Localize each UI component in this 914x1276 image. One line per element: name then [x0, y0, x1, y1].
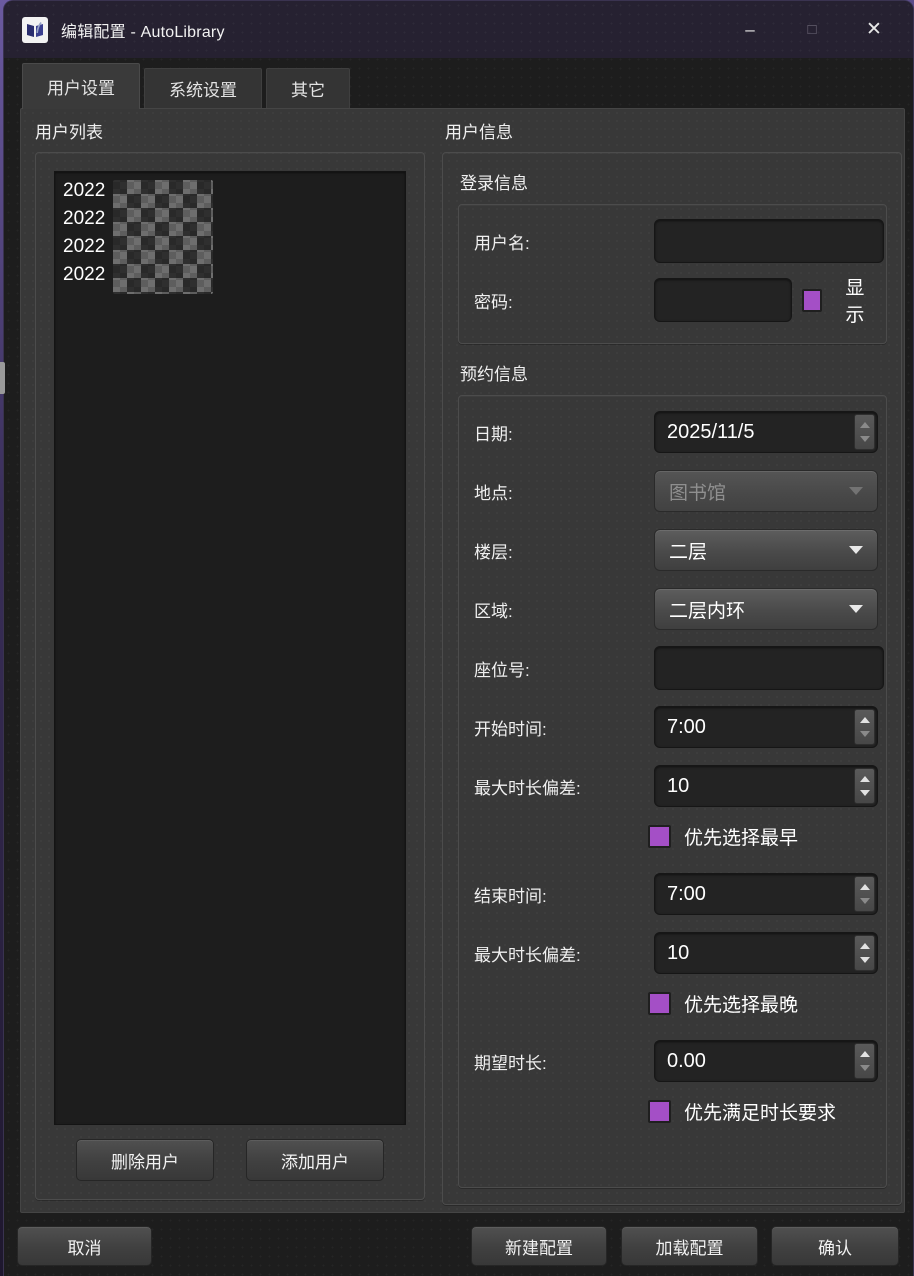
user-listbox[interactable]: 2022 2022 2022 2022 [54, 171, 406, 1125]
chevron-down-icon [849, 487, 863, 495]
spin-down-icon[interactable] [860, 790, 870, 796]
location-label: 地点: [474, 479, 654, 504]
area-dropdown[interactable]: 二层内环 [654, 588, 878, 630]
date-spin-buttons[interactable] [854, 414, 875, 450]
password-label: 密码: [474, 288, 654, 313]
seat-field[interactable] [654, 646, 884, 690]
date-value: 2025/11/5 [655, 421, 854, 444]
login-info-title: 登录信息 [460, 169, 887, 194]
chevron-down-icon [849, 546, 863, 554]
expected-duration-spinbox[interactable]: 0.00 [654, 1040, 878, 1082]
user-info-section: 用户信息 登录信息 用户名: 密码: 显示 [442, 118, 902, 1205]
spin-up-icon[interactable] [860, 422, 870, 428]
show-password-checkbox[interactable] [802, 289, 822, 312]
spin-down-icon[interactable] [860, 731, 870, 737]
spin-down-icon[interactable] [860, 957, 870, 963]
show-password-label: 显示 [845, 273, 878, 327]
prefer-earliest-label: 优先选择最早 [684, 823, 798, 850]
start-time-spinbox[interactable]: 7:00 [654, 706, 878, 748]
date-spinbox[interactable]: 2025/11/5 [654, 411, 878, 453]
end-deviation-spinbox[interactable]: 10 [654, 932, 878, 974]
end-time-spin-buttons[interactable] [854, 876, 875, 912]
prefer-earliest-checkbox[interactable] [648, 825, 671, 848]
spin-up-icon[interactable] [860, 943, 870, 949]
minimize-icon[interactable]: – [719, 8, 781, 52]
tab-system-settings[interactable]: 系统设置 [144, 68, 262, 108]
footer-bar: 取消 新建配置 加载配置 确认 [4, 1214, 913, 1276]
user-info-groupbox: 登录信息 用户名: 密码: 显示 预约信息 [442, 152, 902, 1205]
start-deviation-spin-buttons[interactable] [854, 768, 875, 804]
add-user-button[interactable]: 添加用户 [246, 1139, 384, 1181]
reservation-info-title: 预约信息 [460, 360, 887, 385]
close-icon[interactable]: ✕ [843, 8, 905, 52]
expected-duration-label: 期望时长: [474, 1049, 654, 1074]
window-controls: – □ ✕ [719, 8, 905, 52]
start-deviation-value: 10 [655, 775, 854, 798]
user-info-title: 用户信息 [445, 118, 902, 143]
new-config-button[interactable]: 新建配置 [471, 1226, 607, 1266]
prefer-latest-label: 优先选择最晚 [684, 990, 798, 1017]
start-deviation-label: 最大时长偏差: [474, 774, 654, 799]
tab-user-settings[interactable]: 用户设置 [22, 63, 140, 109]
end-time-spinbox[interactable]: 7:00 [654, 873, 878, 915]
floor-value: 二层 [669, 537, 707, 564]
start-time-spin-buttons[interactable] [854, 709, 875, 745]
end-time-label: 结束时间: [474, 882, 654, 907]
spin-down-icon[interactable] [860, 436, 870, 442]
date-label: 日期: [474, 420, 654, 445]
end-deviation-spin-buttons[interactable] [854, 935, 875, 971]
area-value: 二层内环 [669, 596, 745, 623]
location-value: 图书馆 [669, 478, 726, 505]
maximize-icon[interactable]: □ [781, 8, 843, 52]
spin-down-icon[interactable] [860, 898, 870, 904]
window-title: 编辑配置 - AutoLibrary [61, 18, 225, 42]
spin-down-icon[interactable] [860, 1065, 870, 1071]
login-info-groupbox: 用户名: 密码: 显示 [458, 204, 887, 344]
tab-other[interactable]: 其它 [266, 68, 350, 108]
seat-label: 座位号: [474, 656, 654, 681]
user-list-buttons: 删除用户 添加用户 [54, 1125, 406, 1181]
spin-up-icon[interactable] [860, 717, 870, 723]
spin-up-icon[interactable] [860, 884, 870, 890]
floor-label: 楼层: [474, 538, 654, 563]
user-list-title: 用户列表 [35, 118, 425, 143]
username-label: 用户名: [474, 229, 654, 254]
spin-up-icon[interactable] [860, 776, 870, 782]
location-dropdown: 图书馆 [654, 470, 878, 512]
cancel-button[interactable]: 取消 [17, 1226, 152, 1266]
chevron-down-icon [849, 605, 863, 613]
tab-bar: 用户设置 系统设置 其它 [4, 58, 913, 108]
area-label: 区域: [474, 597, 654, 622]
reservation-groupbox: 日期: 2025/11/5 地点: 图书馆 [458, 395, 887, 1188]
start-time-label: 开始时间: [474, 715, 654, 740]
titlebar: 编辑配置 - AutoLibrary – □ ✕ [4, 1, 913, 58]
prefer-duration-label: 优先满足时长要求 [684, 1098, 836, 1125]
prefer-latest-checkbox[interactable] [648, 992, 671, 1015]
prefer-duration-row: 优先满足时长要求 [648, 1098, 878, 1124]
end-time-value: 7:00 [655, 883, 854, 906]
prefer-duration-checkbox[interactable] [648, 1100, 671, 1123]
prefer-earliest-row: 优先选择最早 [648, 823, 878, 849]
user-list-section: 用户列表 2022 2022 2022 2022 删除用户 添加用户 [35, 118, 425, 1200]
prefer-latest-row: 优先选择最晚 [648, 990, 878, 1016]
password-field[interactable] [654, 278, 792, 322]
username-field[interactable] [654, 219, 884, 263]
spin-up-icon[interactable] [860, 1051, 870, 1057]
user-list-groupbox: 2022 2022 2022 2022 删除用户 添加用户 [35, 152, 425, 1200]
confirm-button[interactable]: 确认 [771, 1226, 899, 1266]
redacted-overlay [113, 180, 213, 294]
background-window-edge [0, 362, 5, 394]
start-deviation-spinbox[interactable]: 10 [654, 765, 878, 807]
app-window: 编辑配置 - AutoLibrary – □ ✕ 用户设置 系统设置 其它 用户… [3, 0, 914, 1276]
start-time-value: 7:00 [655, 716, 854, 739]
delete-user-button[interactable]: 删除用户 [76, 1139, 214, 1181]
expected-duration-spin-buttons[interactable] [854, 1043, 875, 1079]
end-deviation-label: 最大时长偏差: [474, 941, 654, 966]
user-settings-panel: 用户列表 2022 2022 2022 2022 删除用户 添加用户 用户信息 … [20, 108, 905, 1213]
app-icon [22, 17, 48, 43]
load-config-button[interactable]: 加载配置 [621, 1226, 758, 1266]
floor-dropdown[interactable]: 二层 [654, 529, 878, 571]
end-deviation-value: 10 [655, 942, 854, 965]
expected-duration-value: 0.00 [655, 1050, 854, 1073]
